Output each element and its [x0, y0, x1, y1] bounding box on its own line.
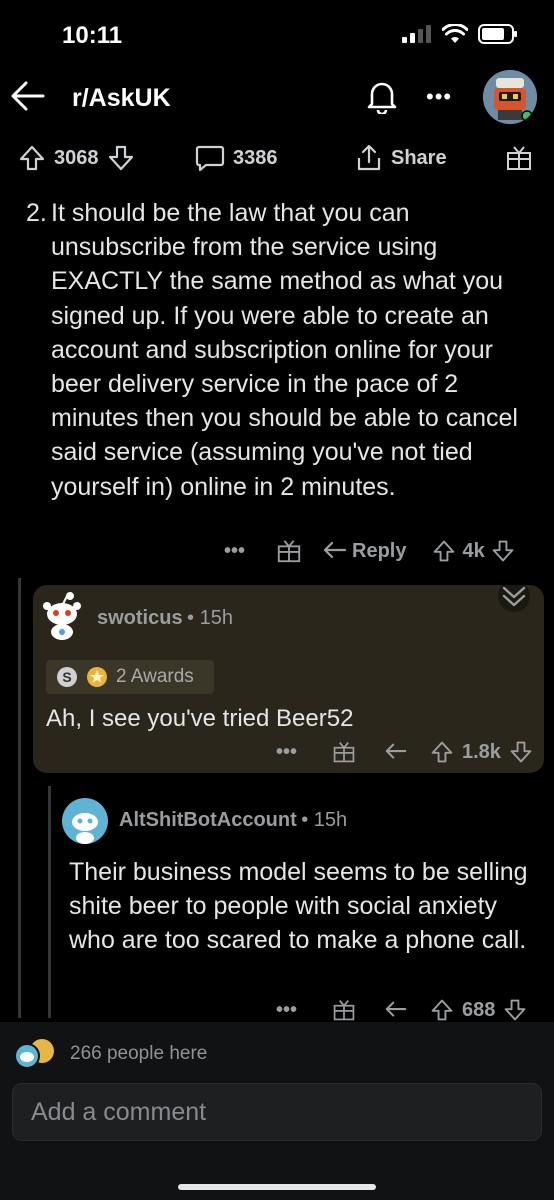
comment1-actions: ••• 1.8k: [276, 740, 533, 764]
snoo-avatar-icon: [43, 592, 81, 640]
wifi-icon: [442, 24, 468, 43]
comment-bubble-icon: [195, 145, 225, 172]
comment2-actions: ••• 688: [276, 998, 527, 1022]
reply-icon[interactable]: [384, 741, 408, 763]
share-button[interactable]: Share: [355, 144, 447, 172]
thread-line[interactable]: [48, 786, 51, 1018]
parent-comment-actions: ••• Reply 4k: [224, 538, 515, 564]
comments-button[interactable]: 3386: [195, 144, 278, 172]
upvote-icon[interactable]: [18, 144, 46, 172]
comment2-text: Their business model seems to be selling…: [69, 858, 528, 955]
upvote-icon[interactable]: [430, 998, 454, 1022]
presence-count: 266 people here: [70, 1043, 208, 1064]
gift-icon: [507, 146, 531, 170]
post-vote-group: 3068: [18, 144, 135, 172]
add-comment-input[interactable]: [12, 1083, 542, 1141]
awards-count: 2 Awards: [116, 666, 194, 687]
comment2-header: AltShitBotAccount • 15h: [119, 809, 347, 832]
presence-indicator: 266 people here: [12, 1038, 207, 1070]
commenter-avatar[interactable]: [62, 798, 108, 844]
gift-icon[interactable]: [332, 998, 356, 1022]
comment2-score: 688: [462, 998, 496, 1021]
share-label: Share: [391, 146, 447, 169]
comment-author[interactable]: AltShitBotAccount: [119, 809, 297, 831]
svg-text:S: S: [62, 669, 71, 685]
comment-author[interactable]: swoticus: [97, 607, 183, 629]
people-avatars-icon: [14, 1039, 54, 1069]
downvote-icon[interactable]: [107, 144, 135, 172]
upvote-icon[interactable]: [432, 539, 456, 563]
battery-icon: [478, 24, 517, 44]
comment1-score: 1.8k: [462, 740, 501, 763]
share-icon: [357, 144, 381, 171]
reply-button[interactable]: Reply: [352, 540, 406, 563]
user-avatar[interactable]: [483, 70, 537, 124]
gift-icon[interactable]: [276, 538, 302, 564]
double-chevron-down-icon: [498, 580, 530, 612]
home-indicator[interactable]: [178, 1184, 376, 1190]
signal-icon: [402, 25, 431, 43]
comment-count: 3386: [233, 146, 278, 169]
upvote-icon[interactable]: [430, 740, 454, 764]
parent-comment-score: 4k: [462, 539, 485, 562]
comment-age: 15h: [199, 607, 233, 629]
award-button[interactable]: [505, 144, 533, 172]
subreddit-title[interactable]: r/AskUK: [72, 84, 171, 113]
awards-badge[interactable]: S 2 Awards: [46, 660, 214, 694]
back-button[interactable]: [10, 78, 46, 114]
reply-icon[interactable]: [384, 999, 408, 1021]
comment-age: 15h: [313, 809, 348, 831]
downvote-icon[interactable]: [509, 740, 533, 764]
notifications-button[interactable]: [366, 80, 398, 116]
silver-award-icon: S: [57, 667, 77, 687]
more-options-icon[interactable]: •••: [276, 741, 332, 764]
separator-dot: •: [301, 809, 314, 831]
reply-icon[interactable]: [322, 540, 348, 562]
post-score: 3068: [54, 146, 99, 169]
gold-award-icon: [87, 667, 107, 687]
parent-comment-text: It should be the law that you can unsubs…: [51, 199, 518, 501]
separator-dot: •: [187, 607, 200, 629]
status-icons: [402, 24, 518, 44]
collapse-button[interactable]: [496, 580, 532, 617]
more-options-icon[interactable]: •••: [224, 540, 276, 563]
downvote-icon[interactable]: [491, 539, 515, 563]
snoo-avatar-icon: [62, 798, 108, 844]
parent-comment-body: 2. It should be the law that you can uns…: [26, 196, 536, 504]
comment1-header: swoticus • 15h: [97, 607, 233, 630]
more-options-icon[interactable]: •••: [276, 999, 332, 1022]
status-time: 10:11: [62, 22, 123, 49]
gift-icon[interactable]: [332, 740, 356, 764]
thread-line[interactable]: [18, 578, 21, 1018]
downvote-icon[interactable]: [503, 998, 527, 1022]
bell-icon: [367, 82, 397, 116]
snoo-avatar-icon: [483, 70, 537, 124]
commenter-avatar[interactable]: [40, 590, 84, 640]
more-options-icon[interactable]: •••: [426, 84, 452, 110]
list-number: 2.: [26, 199, 47, 227]
comment1-text: Ah, I see you've tried Beer52: [46, 705, 354, 732]
arrow-left-icon: [11, 81, 45, 111]
